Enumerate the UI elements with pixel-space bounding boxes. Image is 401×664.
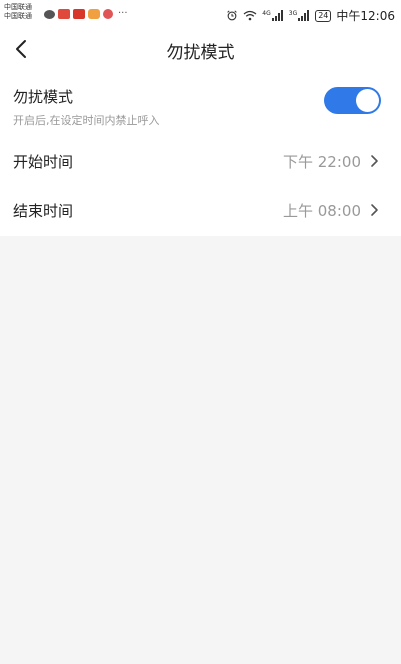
signal-strength-icon bbox=[298, 10, 310, 21]
signal-1: 4G bbox=[262, 10, 283, 21]
wifi-icon bbox=[243, 10, 257, 21]
dnd-title: 勿扰模式 bbox=[13, 88, 74, 106]
chevron-right-icon bbox=[371, 155, 378, 167]
app-notification-icon bbox=[103, 9, 113, 19]
start-time-row[interactable]: 开始时间 下午 22:00 bbox=[0, 139, 401, 183]
chat-bubble-icon bbox=[44, 9, 55, 19]
network-type-2: 3G bbox=[288, 10, 298, 17]
chevron-right-icon bbox=[371, 204, 378, 216]
status-clock: 中午12:06 bbox=[336, 9, 395, 23]
end-time-label: 结束时间 bbox=[13, 202, 74, 220]
battery-icon: 24 bbox=[315, 9, 332, 22]
more-notifications-icon: ··· bbox=[118, 8, 128, 19]
app-notification-icon bbox=[58, 9, 70, 19]
alarm-icon bbox=[227, 10, 238, 21]
toggle-knob bbox=[356, 89, 379, 112]
start-time-value: 下午 22:00 bbox=[283, 153, 361, 171]
header: 勿扰模式 bbox=[0, 30, 401, 68]
end-time-row[interactable]: 结束时间 上午 08:00 bbox=[0, 188, 401, 232]
start-time-label: 开始时间 bbox=[13, 153, 74, 171]
signal-2: 3G bbox=[289, 10, 310, 21]
dnd-description: 开启后,在设定时间内禁止呼入 bbox=[13, 114, 160, 127]
network-type-1: 4G bbox=[262, 10, 271, 17]
app-notification-icon bbox=[73, 9, 85, 19]
app-notification-icon bbox=[88, 9, 100, 19]
page-title: 勿扰模式 bbox=[166, 43, 235, 63]
carrier-2: 中国联通 bbox=[4, 12, 32, 20]
signal-strength-icon bbox=[271, 10, 283, 21]
status-bar: 中国联通 中国联通 ··· 4G 3G 24 中午12:06 bbox=[0, 0, 401, 30]
notification-icons: ··· bbox=[44, 9, 128, 19]
status-indicators: 4G 3G 24 中午12:06 bbox=[226, 7, 395, 24]
dnd-toggle[interactable] bbox=[324, 87, 381, 114]
dnd-setting-row: 勿扰模式 开启后,在设定时间内禁止呼入 bbox=[0, 80, 401, 130]
carrier-1: 中国联通 bbox=[4, 3, 32, 11]
end-time-value: 上午 08:00 bbox=[283, 202, 361, 220]
carrier-info: 中国联通 中国联通 bbox=[4, 3, 32, 21]
